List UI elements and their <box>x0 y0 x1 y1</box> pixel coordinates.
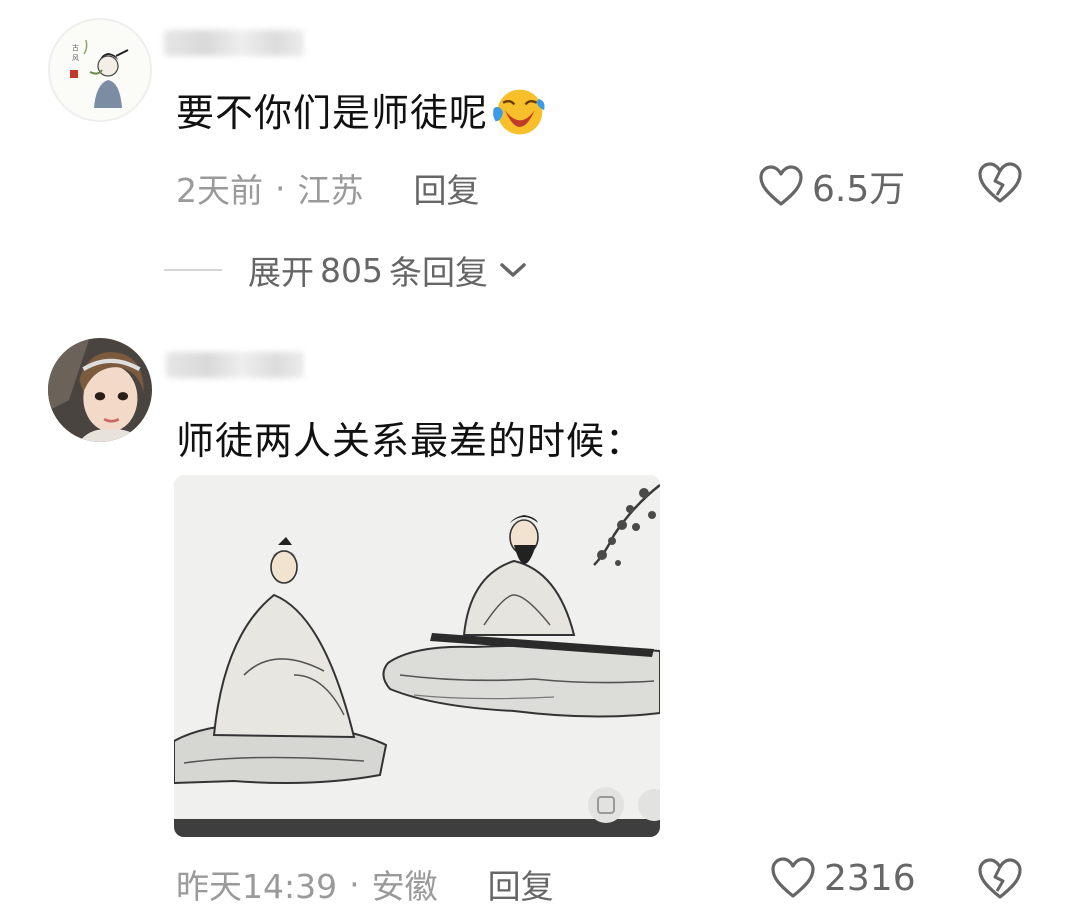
comment-1-text-body: 要不你们是师徒呢 <box>176 91 489 135</box>
expand-suffix: 条回复 <box>389 253 488 292</box>
expand-divider-line <box>164 269 222 271</box>
comment-1-like-count: 6.5万 <box>812 169 906 210</box>
comment-2-author-name-blurred[interactable] <box>166 352 304 378</box>
girl-portrait-avatar-icon <box>48 338 152 442</box>
comment-2-reply-button[interactable]: 回复 <box>488 860 554 908</box>
comment-1-time: 2天前 <box>176 171 263 210</box>
comment-1-avatar[interactable]: 古 风 <box>48 18 152 122</box>
svg-text:古: 古 <box>72 43 79 52</box>
comment-2-text: 师徒两人关系最差的时候： <box>176 419 645 463</box>
chevron-down-icon <box>500 263 526 277</box>
heart-icon <box>759 165 803 206</box>
comment-1-text: 要不你们是师徒呢 <box>176 82 546 144</box>
comment-1-meta: 2天前 · 江苏 回复 <box>176 164 480 212</box>
comment-1-like-button[interactable]: 6.5万 <box>758 160 905 212</box>
comment-1-author-name-blurred[interactable] <box>164 30 304 56</box>
heart-icon <box>771 857 815 898</box>
comment-2-avatar[interactable] <box>48 338 152 442</box>
comment-2-time: 昨天14:39 <box>176 867 338 906</box>
expand-replies-button[interactable]: 展开 805 条回复 <box>164 246 528 294</box>
comment-2-image-ink-painting[interactable] <box>174 475 660 837</box>
comment-1-reply-button[interactable]: 回复 <box>414 164 480 212</box>
expand-count: 805 <box>320 250 383 290</box>
ink-painting-image <box>174 475 660 837</box>
laughing-crying-emoji-icon <box>493 89 545 134</box>
comment-2-separator: · <box>349 864 360 904</box>
broken-heart-icon[interactable] <box>977 161 1023 205</box>
ink-figure-avatar-icon: 古 风 <box>50 20 150 120</box>
broken-heart-icon[interactable] <box>977 857 1023 901</box>
svg-text:风: 风 <box>72 54 79 62</box>
comment-2-like-count: 2316 <box>824 857 916 899</box>
comment-1-location: 江苏 <box>297 171 364 210</box>
comment-2-meta: 昨天14:39 · 安徽 回复 <box>176 860 554 908</box>
comment-2-like-button[interactable]: 2316 <box>770 856 916 900</box>
comment-1-separator: · <box>275 168 286 208</box>
expand-prefix: 展开 <box>248 253 314 292</box>
comment-2-location: 安徽 <box>371 867 438 906</box>
